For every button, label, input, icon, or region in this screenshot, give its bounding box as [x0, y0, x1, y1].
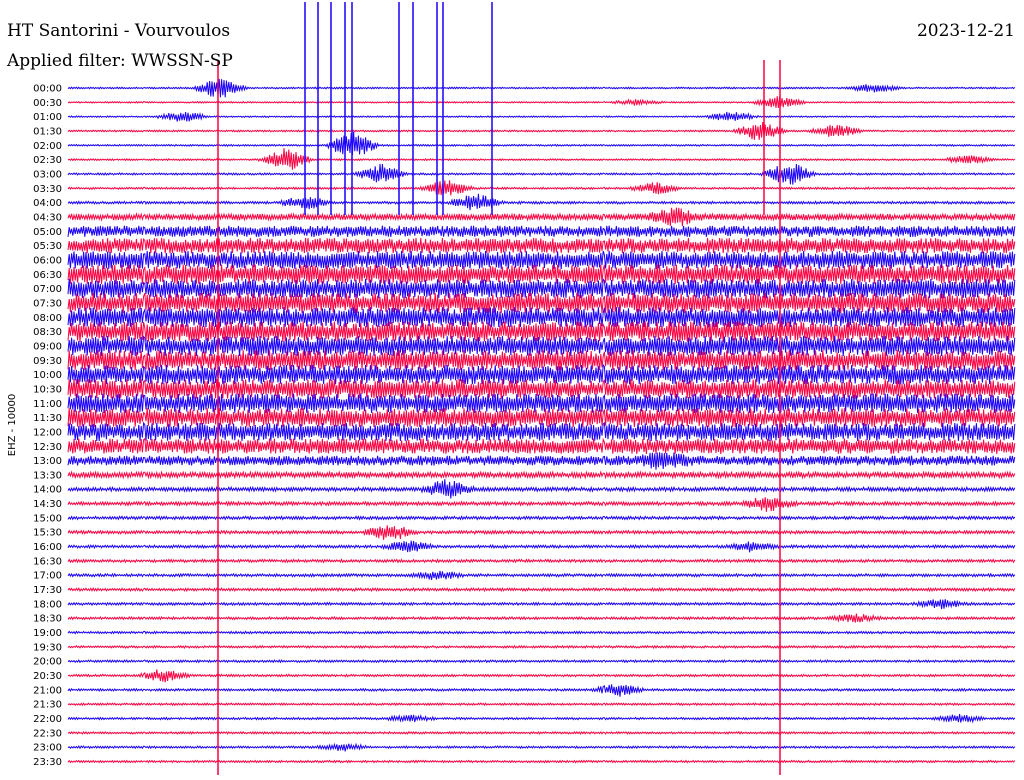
row-time-label: 00:30 — [33, 98, 62, 109]
row-time-label: 15:00 — [33, 513, 62, 524]
row-time-label: 07:30 — [33, 298, 62, 309]
trace-19-00 — [67, 630, 1016, 635]
row-time-label: 18:00 — [33, 599, 62, 610]
row-time-label: 03:30 — [33, 184, 62, 195]
row-time-label: 14:30 — [33, 499, 62, 510]
row-time-label: 17:00 — [33, 571, 62, 582]
row-time-label: 03:00 — [33, 169, 62, 180]
helicorder-chart: 00:00 00:30 01:00 01:30 02:00 02:30 03:00 03:30… — [0, 0, 1024, 780]
row-time-label: 06:00 — [33, 255, 62, 266]
row-time-label: 11:30 — [33, 413, 62, 424]
row-time-label: 14:00 — [33, 485, 62, 496]
row-time-label: 23:30 — [33, 757, 62, 768]
row-time-label: 07:00 — [33, 284, 62, 295]
row-time-label: 08:00 — [33, 313, 62, 324]
row-time-label: 04:00 — [33, 198, 62, 209]
filter-subtitle: Applied filter: WWSSN-SP — [6, 51, 233, 71]
row-time-label: 08:30 — [33, 327, 62, 338]
row-time-label: 20:30 — [33, 671, 62, 682]
row-time-label: 17:30 — [33, 585, 62, 596]
row-time-label: 10:00 — [33, 370, 62, 381]
row-time-label: 13:30 — [33, 470, 62, 481]
row-time-label: 22:00 — [33, 714, 62, 725]
row-time-label: 22:30 — [33, 728, 62, 739]
row-time-label: 21:30 — [33, 700, 62, 711]
row-time-label: 12:30 — [33, 442, 62, 453]
row-time-label: 01:00 — [33, 112, 62, 123]
row-time-label: 02:00 — [33, 141, 62, 152]
y-axis-label: EHZ - 10000 — [7, 394, 18, 456]
row-time-label: 10:30 — [33, 384, 62, 395]
row-time-label: 19:30 — [33, 642, 62, 653]
row-time-label: 11:00 — [33, 399, 62, 410]
row-time-label: 06:30 — [33, 270, 62, 281]
row-time-label: 15:30 — [33, 528, 62, 539]
row-time-label: 09:30 — [33, 356, 62, 367]
row-time-label: 12:00 — [33, 427, 62, 438]
row-time-label: 21:00 — [33, 685, 62, 696]
row-time-label: 05:30 — [33, 241, 62, 252]
row-time-label: 19:00 — [33, 628, 62, 639]
station-title: HT Santorini - Vourvoulos — [7, 21, 230, 41]
row-time-label: 20:00 — [33, 657, 62, 668]
row-time-label: 05:00 — [33, 227, 62, 238]
row-time-label: 01:30 — [33, 126, 62, 137]
row-time-label: 18:30 — [33, 614, 62, 625]
row-time-label: 02:30 — [33, 155, 62, 166]
date-label: 2023-12-21 — [917, 21, 1015, 41]
row-time-label: 16:00 — [33, 542, 62, 553]
row-time-label: 13:00 — [33, 456, 62, 467]
row-time-label: 04:30 — [33, 212, 62, 223]
row-time-label: 23:00 — [33, 743, 62, 754]
row-time-label: 09:00 — [33, 341, 62, 352]
row-time-label: 16:30 — [33, 556, 62, 567]
row-time-label: 00:00 — [33, 84, 62, 95]
